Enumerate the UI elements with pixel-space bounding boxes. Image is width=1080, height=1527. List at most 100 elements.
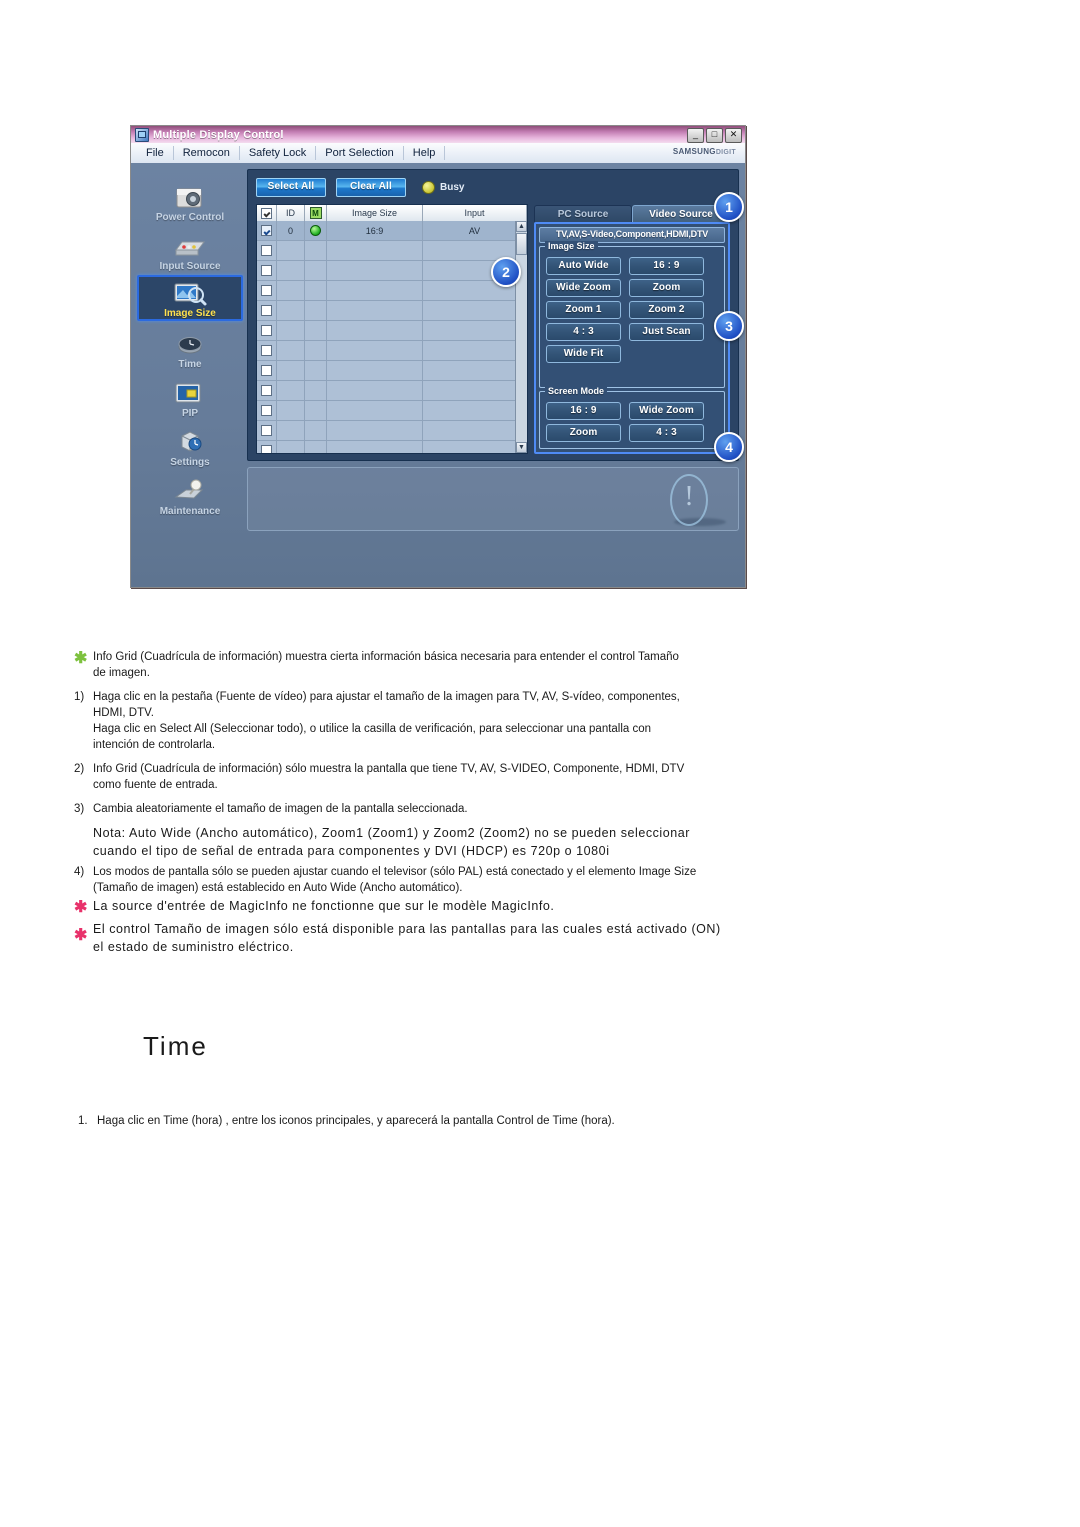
column-header-checkbox[interactable]: [257, 205, 277, 221]
bullet-marker-pink-1: ✱: [74, 899, 88, 916]
sidebar-item-power-control[interactable]: Power Control: [137, 177, 243, 223]
screen-mode-button-4-3[interactable]: 4 : 3: [629, 424, 704, 442]
row-image-size: [327, 281, 423, 300]
row-checkbox-icon[interactable]: [261, 445, 272, 453]
row-checkbox-icon[interactable]: [261, 345, 272, 356]
sidebar-label-settings: Settings: [170, 457, 210, 468]
row-checkbox-cell[interactable]: [257, 441, 277, 453]
button-4-3[interactable]: 4 : 3: [546, 323, 621, 341]
row-power-cell: [305, 401, 327, 420]
row-image-size: [327, 301, 423, 320]
row-checkbox-cell[interactable]: [257, 281, 277, 300]
grid-scrollbar[interactable]: ▲ ▼: [515, 221, 527, 453]
row-input: [423, 381, 527, 400]
menu-item-port-selection[interactable]: Port Selection: [316, 146, 404, 160]
row-checkbox-icon[interactable]: [261, 425, 272, 436]
table-row[interactable]: [257, 441, 527, 453]
close-button[interactable]: ✕: [725, 128, 742, 143]
list-number-3: 3): [74, 803, 85, 815]
column-header-image-size[interactable]: Image Size: [327, 205, 423, 221]
tab-pc-source[interactable]: PC Source: [534, 205, 632, 222]
row-checkbox-icon[interactable]: [261, 385, 272, 396]
button-just-scan[interactable]: Just Scan: [629, 323, 704, 341]
table-row[interactable]: [257, 281, 527, 301]
sidebar-item-time[interactable]: Time: [137, 324, 243, 370]
table-row[interactable]: [257, 401, 527, 421]
row-checkbox-icon[interactable]: [261, 305, 272, 316]
row-checkbox-cell[interactable]: [257, 421, 277, 440]
bullet3-line2: el estado de suministro eléctrico.: [93, 940, 294, 954]
table-row[interactable]: [257, 341, 527, 361]
checkbox-checked-icon[interactable]: [261, 207, 272, 219]
control-area: Select All Clear All Busy ID M Image Siz…: [247, 169, 744, 462]
scrollbar-thumb[interactable]: [516, 233, 527, 255]
row-checkbox-icon[interactable]: [261, 405, 272, 416]
button-wide-zoom[interactable]: Wide Zoom: [546, 279, 621, 297]
row-checkbox-cell[interactable]: [257, 361, 277, 380]
minimize-button[interactable]: _: [687, 128, 704, 143]
clear-all-button[interactable]: Clear All: [336, 177, 406, 197]
row-checkbox-icon[interactable]: [261, 225, 272, 236]
busy-indicator: Busy: [422, 180, 464, 194]
screen-mode-button-zoom[interactable]: Zoom: [546, 424, 621, 442]
row-checkbox-icon[interactable]: [261, 325, 272, 336]
column-header-id[interactable]: ID: [277, 205, 305, 221]
menu-item-help[interactable]: Help: [404, 146, 446, 160]
button-zoom-1[interactable]: Zoom 1: [546, 301, 621, 319]
table-row[interactable]: 0 16:9 AV: [257, 221, 527, 241]
row-image-size: [327, 401, 423, 420]
item4-line2: (Tamaño de imagen) está establecido en A…: [93, 882, 463, 894]
sidebar-item-input-source[interactable]: Input Source: [137, 226, 243, 272]
button-auto-wide[interactable]: Auto Wide: [546, 257, 621, 275]
menu-item-safety-lock[interactable]: Safety Lock: [240, 146, 317, 160]
window-controls: _ □ ✕: [687, 128, 742, 143]
table-row[interactable]: [257, 361, 527, 381]
item1-line3: Haga clic en Select All (Seleccionar tod…: [93, 723, 652, 735]
row-checkbox-cell[interactable]: [257, 321, 277, 340]
column-header-power[interactable]: M: [305, 205, 327, 221]
image-size-legend: Image Size: [545, 241, 598, 251]
table-row[interactable]: [257, 301, 527, 321]
row-input: [423, 401, 527, 420]
row-checkbox-cell[interactable]: [257, 241, 277, 260]
table-row[interactable]: [257, 261, 527, 281]
screen-mode-button-16-9[interactable]: 16 : 9: [546, 402, 621, 420]
button-16-9[interactable]: 16 : 9: [629, 257, 704, 275]
row-checkbox-cell[interactable]: [257, 401, 277, 420]
item1-line2: HDMI, DTV.: [93, 707, 154, 719]
sidebar-item-pip[interactable]: PIP: [137, 373, 243, 419]
column-header-input[interactable]: Input: [423, 205, 527, 221]
select-all-button[interactable]: Select All: [256, 177, 326, 197]
row-power-cell: [305, 221, 327, 240]
screen-mode-button-wide-zoom[interactable]: Wide Zoom: [629, 402, 704, 420]
sidebar-item-settings[interactable]: Settings: [137, 422, 243, 468]
button-zoom[interactable]: Zoom: [629, 279, 704, 297]
row-checkbox-cell[interactable]: [257, 301, 277, 320]
menu-item-remocon[interactable]: Remocon: [174, 146, 240, 160]
maximize-button[interactable]: □: [706, 128, 723, 143]
menu-item-file[interactable]: File: [137, 146, 174, 160]
row-power-cell: [305, 261, 327, 280]
button-zoom-2[interactable]: Zoom 2: [629, 301, 704, 319]
sidebar-item-image-size[interactable]: Image Size: [137, 275, 243, 321]
scroll-up-arrow-icon[interactable]: ▲: [516, 221, 527, 232]
source-tabs: PC Source Video Source: [534, 204, 730, 222]
row-checkbox-icon[interactable]: [261, 285, 272, 296]
row-checkbox-cell[interactable]: [257, 261, 277, 280]
row-checkbox-cell[interactable]: [257, 341, 277, 360]
sidebar-label-maintenance: Maintenance: [159, 506, 221, 517]
sidebar-label-time: Time: [178, 359, 202, 370]
row-checkbox-icon[interactable]: [261, 365, 272, 376]
sidebar-item-maintenance[interactable]: Maintenance: [137, 471, 243, 517]
item3-line1: Cambia aleatoriamente el tamaño de image…: [93, 803, 468, 815]
row-checkbox-cell[interactable]: [257, 221, 277, 240]
table-row[interactable]: [257, 321, 527, 341]
table-row[interactable]: [257, 421, 527, 441]
row-checkbox-icon[interactable]: [261, 245, 272, 256]
table-row[interactable]: [257, 381, 527, 401]
scroll-down-arrow-icon[interactable]: ▼: [516, 442, 527, 453]
row-checkbox-icon[interactable]: [261, 265, 272, 276]
row-checkbox-cell[interactable]: [257, 381, 277, 400]
button-wide-fit[interactable]: Wide Fit: [546, 345, 621, 363]
table-row[interactable]: [257, 241, 527, 261]
